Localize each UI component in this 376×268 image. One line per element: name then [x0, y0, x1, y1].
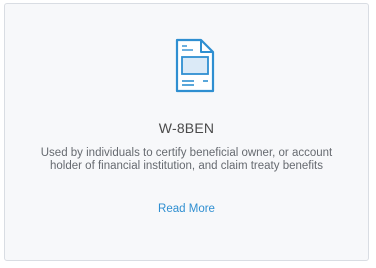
form-card[interactable]: W-8BEN Used by individuals to certify be… — [4, 3, 369, 261]
document-form-icon — [169, 38, 219, 94]
form-description: Used by individuals to certify beneficia… — [40, 147, 333, 172]
read-more-link[interactable]: Read More — [5, 203, 368, 215]
form-title: W-8BEN — [158, 120, 215, 136]
